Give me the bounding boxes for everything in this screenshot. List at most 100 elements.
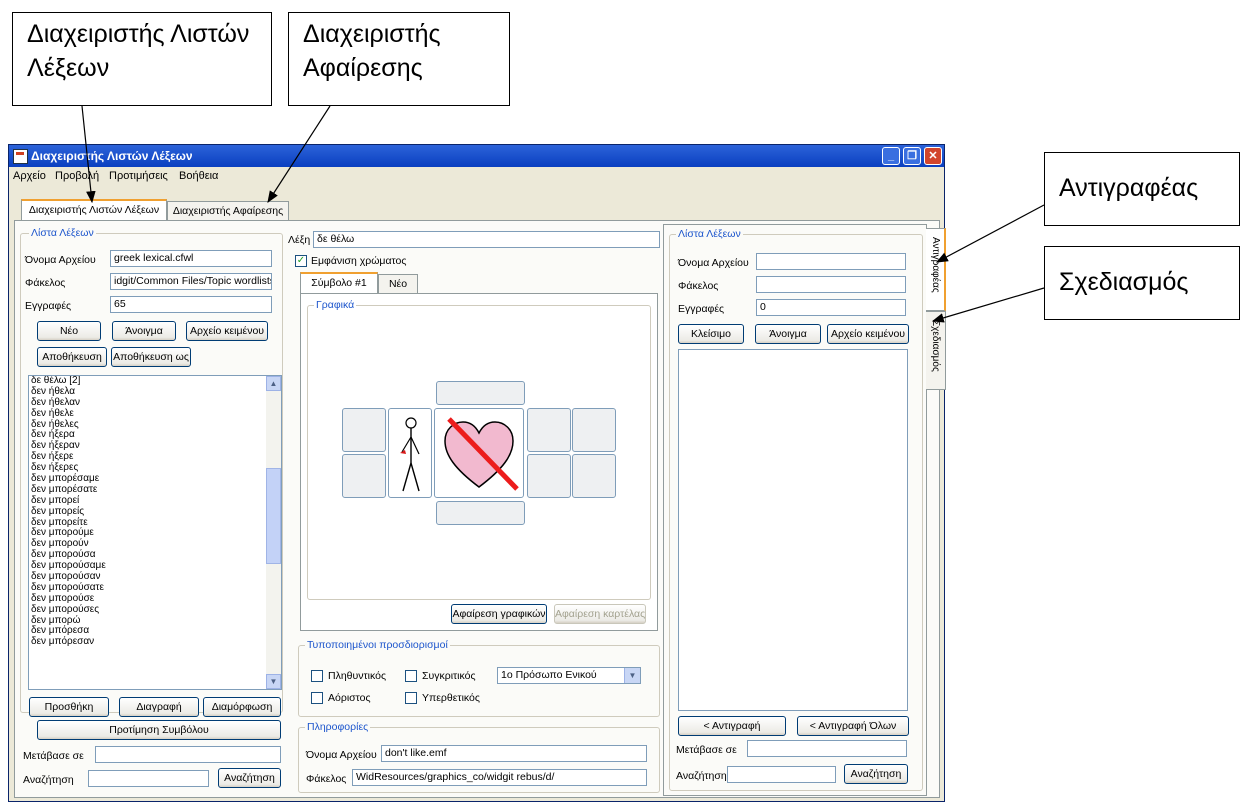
entries-label: Εγγραφές — [25, 300, 72, 312]
menu-bar: Αρχείο Προβολή Προτιμήσεις Βοήθεια — [9, 167, 944, 185]
info-folder-field[interactable]: WidResources/graphics_co/widgit rebus/d/ — [352, 769, 647, 786]
info-group-label: Πληροφορίες — [305, 721, 371, 733]
word-field[interactable]: δε θέλω — [313, 231, 660, 248]
new-button[interactable]: Νέο — [37, 321, 101, 341]
tab-copier[interactable]: Αντιγραφέας — [926, 228, 946, 311]
copy-button[interactable]: < Αντιγραφή — [678, 716, 786, 736]
slot-left-bottom[interactable] — [342, 454, 386, 498]
list-item[interactable]: δεν μπορείς — [29, 506, 281, 518]
delete-button[interactable]: Διαγραφή — [119, 697, 199, 717]
superlative-checkbox[interactable] — [405, 692, 417, 704]
right-open-button[interactable]: Άνοιγμα — [755, 324, 821, 344]
scroll-down-icon[interactable]: ▼ — [266, 674, 281, 689]
tab-design-label: Σχεδιασμός — [930, 320, 941, 372]
word-label: Λέξη — [288, 234, 311, 246]
tab-wordlist-manager-label: Διαχειριστής Λιστών Λέξεων — [28, 204, 160, 216]
right-search-label: Αναζήτηση — [676, 770, 727, 782]
slot-main[interactable] — [434, 408, 524, 498]
add-button[interactable]: Προσθήκη — [29, 697, 109, 717]
slot-right-b-top[interactable] — [572, 408, 616, 452]
indefinite-checkbox[interactable] — [311, 692, 323, 704]
chevron-down-icon[interactable]: ▼ — [624, 668, 640, 683]
callout-design-text: Σχεδιασμός — [1059, 268, 1189, 296]
tab-design[interactable]: Σχεδιασμός — [926, 311, 946, 390]
callout-wordlist-manager-text: Διαχειριστής Λιστών Λέξεων — [27, 20, 250, 82]
window-title: Διαχειριστής Λιστών Λέξεων — [31, 149, 193, 163]
plural-checkbox[interactable] — [311, 670, 323, 682]
symbol-panel: Γραφικά Αφαίρεση γραφικών Αφαίρεση καρτέ… — [300, 293, 658, 631]
slot-left-top[interactable] — [342, 408, 386, 452]
title-bar[interactable]: Διαχειριστής Λιστών Λέξεων _ ❐ ✕ — [9, 145, 944, 167]
restore-button[interactable]: ❐ — [903, 147, 921, 165]
slot-top[interactable] — [436, 381, 525, 405]
open-button[interactable]: Άνοιγμα — [112, 321, 176, 341]
app-icon — [13, 149, 28, 164]
arrow-copier — [935, 204, 1045, 263]
goto-field[interactable] — [95, 746, 281, 763]
right-search-button[interactable]: Αναζήτηση — [844, 764, 908, 784]
comparative-checkbox[interactable] — [405, 670, 417, 682]
menu-preferences[interactable]: Προτιμήσεις — [109, 170, 168, 182]
remove-tab-button: Αφαίρεση καρτέλας — [554, 604, 646, 624]
right-folder-field[interactable] — [756, 276, 906, 293]
scroll-thumb[interactable] — [266, 468, 281, 564]
filename-field[interactable]: greek lexical.cfwl — [110, 250, 272, 267]
person-select[interactable]: 1ο Πρόσωπο Ενικού ▼ — [497, 667, 641, 684]
right-close-button[interactable]: Κλείσιμο — [678, 324, 744, 344]
filename-label: Όνομα Αρχείου — [25, 254, 96, 266]
right-wordlist-group-label: Λίστα Λέξεων — [676, 228, 743, 240]
save-button[interactable]: Αποθήκευση — [37, 347, 107, 367]
callout-copier-text: Αντιγραφέας — [1059, 174, 1199, 202]
copy-all-button[interactable]: < Αντιγραφή Όλων — [797, 716, 909, 736]
list-item[interactable]: δεν μπόρεσαν — [29, 636, 281, 648]
tab-new[interactable]: Νέο — [378, 274, 418, 294]
show-colour-checkbox[interactable]: ✓ — [295, 255, 307, 267]
right-word-list[interactable] — [678, 349, 908, 711]
minimize-button[interactable]: _ — [882, 147, 900, 165]
right-entries-field[interactable]: 0 — [756, 299, 906, 316]
tab-symbol-1[interactable]: Σύμβολο #1 — [300, 272, 378, 294]
pref-symbol-button[interactable]: Προτίμηση Συμβόλου — [37, 720, 281, 740]
menu-help[interactable]: Βοήθεια — [179, 170, 218, 182]
close-button[interactable]: ✕ — [924, 147, 942, 165]
person-select-value: 1ο Πρόσωπο Ενικού — [501, 669, 597, 681]
tab-wordlist-manager[interactable]: Διαχειριστής Λιστών Λέξεων — [21, 199, 167, 221]
folder-field[interactable]: idgit/Common Files/Topic wordlists/ — [110, 273, 272, 290]
remove-graphics-button[interactable]: Αφαίρεση γραφικών — [451, 604, 547, 624]
heart-crossed-icon — [444, 417, 519, 491]
right-filename-field[interactable] — [756, 253, 906, 270]
slot-right-a-bottom[interactable] — [527, 454, 571, 498]
slot-bottom[interactable] — [436, 501, 525, 525]
slot-right-a-top[interactable] — [527, 408, 571, 452]
callout-removal-manager-text: Διαχειριστής Αφαίρεσης — [303, 20, 441, 82]
entries-field[interactable]: 65 — [110, 296, 272, 313]
info-filename-label: Όνομα Αρχείου — [306, 749, 377, 761]
list-item[interactable]: δεν μπορούσες — [29, 604, 281, 616]
info-filename-field[interactable]: don't like.emf — [381, 745, 647, 762]
saveas-button[interactable]: Αποθήκευση ως — [111, 347, 191, 367]
menu-file[interactable]: Αρχείο — [13, 170, 46, 182]
graphics-group-label: Γραφικά — [314, 299, 357, 311]
search-button[interactable]: Αναζήτηση — [218, 768, 281, 788]
slot-person[interactable] — [388, 408, 432, 498]
tab-removal-manager-label: Διαχειριστής Αφαίρεσης — [172, 205, 284, 217]
textfile-button[interactable]: Αρχείο κειμένου — [186, 321, 268, 341]
list-item[interactable]: δεν ήθελε — [29, 408, 281, 420]
info-folder-label: Φάκελος — [306, 773, 347, 785]
tab-removal-manager[interactable]: Διαχειριστής Αφαίρεσης — [167, 201, 289, 221]
search-field[interactable] — [88, 770, 209, 787]
scroll-up-icon[interactable]: ▲ — [266, 376, 281, 391]
right-goto-field[interactable] — [747, 740, 907, 757]
slot-right-b-bottom[interactable] — [572, 454, 616, 498]
arrow-design — [931, 287, 1045, 323]
word-list-scrollbar[interactable]: ▲ ▼ — [266, 376, 281, 689]
menu-view[interactable]: Προβολή — [55, 170, 99, 182]
right-textfile-button[interactable]: Αρχείο κειμένου — [827, 324, 909, 344]
tab-symbol-1-label: Σύμβολο #1 — [311, 277, 367, 289]
callout-wordlist-manager: Διαχειριστής Λιστών Λέξεων — [12, 12, 272, 106]
plural-label: Πληθυντικός — [328, 670, 387, 682]
word-list[interactable]: δε θέλω [2] δεν ήθελα δεν ήθελαν δεν ήθελε δ… — [28, 375, 282, 690]
right-search-field[interactable] — [727, 766, 836, 783]
format-button[interactable]: Διαμόρφωση — [203, 697, 281, 717]
word-list-items: δε θέλω [2] δεν ήθελα δεν ήθελαν δεν ήθελε δ… — [29, 376, 281, 648]
